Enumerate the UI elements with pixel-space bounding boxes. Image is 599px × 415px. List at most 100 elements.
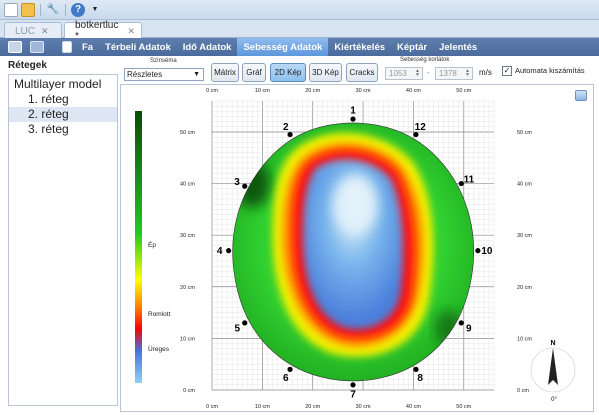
menu-fa[interactable]: Fa <box>76 38 99 56</box>
tree-root-multilayer[interactable]: Multilayer model <box>14 77 117 91</box>
close-icon[interactable]: ✕ <box>127 26 135 37</box>
x-tick-label-top: 10 cm <box>255 88 270 94</box>
y-tick-label-right: 50 cm <box>517 130 532 136</box>
speed-min-input[interactable]: 1053 ▲ ▼ <box>385 67 423 80</box>
y-tick-label-right: 40 cm <box>517 182 532 188</box>
x-tick-label-top: 50 cm <box>456 88 471 94</box>
3d-image-button[interactable]: 3D Kép <box>309 63 342 82</box>
2d-image-button[interactable]: 2D Kép <box>270 63 306 82</box>
sensor-label: 2 <box>283 122 289 133</box>
spinner-icon[interactable]: ▲ ▼ <box>464 69 471 78</box>
dropdown-arrow-icon[interactable]: ▼ <box>88 3 102 17</box>
legend-label-hollow: Üreges <box>148 345 170 353</box>
copy-icon[interactable] <box>30 41 44 53</box>
tree-item-layer-1[interactable]: 1. réteg <box>14 92 117 107</box>
compass-angle-label: 0° <box>551 397 557 403</box>
x-tick-label-top: 20 cm <box>305 88 320 94</box>
auto-calc-checkbox[interactable]: ✓ <box>502 66 512 76</box>
y-tick-label-left: 0 cm <box>183 388 195 394</box>
sensor-dot <box>350 116 356 122</box>
x-tick-label-bottom: 30 cm <box>356 404 371 410</box>
compass-north-label: N <box>550 340 555 347</box>
tree-item-layer-2[interactable]: 2. réteg <box>9 107 117 122</box>
view-controls: Színséma Részletes ▼ Mátrix Gráf 2D Kép … <box>118 56 599 84</box>
tab-botkertluc[interactable]: botkertluc * ✕ <box>64 20 142 42</box>
color-scheme-label: Színséma <box>150 58 177 64</box>
menu-keptar[interactable]: Képtár <box>391 38 433 56</box>
sensor-label: 11 <box>464 174 475 185</box>
layers-tree: Multilayer model 1. réteg 2. réteg 3. ré… <box>8 74 118 406</box>
new-file-icon[interactable] <box>4 2 18 17</box>
speed-max-input[interactable]: 1378 ▲ ▼ <box>435 67 473 80</box>
x-tick-label-bottom: 40 cm <box>406 404 421 410</box>
open-folder-icon[interactable] <box>21 2 35 17</box>
matrix-view-button[interactable]: Mátrix <box>211 63 239 82</box>
compass: N 0° <box>530 340 576 403</box>
save-icon[interactable] <box>8 41 22 53</box>
layers-panel-title: Rétegek <box>8 60 47 71</box>
y-tick-label-left: 50 cm <box>180 130 195 136</box>
layers-panel: Rétegek Multilayer model 1. réteg 2. rét… <box>6 56 118 415</box>
color-legend: Ép Romlott Üreges <box>135 111 171 383</box>
sensor-dot <box>458 320 464 326</box>
sensor-label: 1 <box>350 106 356 117</box>
legend-colorbar <box>135 111 142 383</box>
spinner-icon[interactable]: ▲ ▼ <box>414 69 421 78</box>
menu-jelentes[interactable]: Jelentés <box>433 38 483 56</box>
cracks-button[interactable]: Cracks <box>346 63 378 82</box>
document-tab-strip: LUC ✕ botkertluc * ✕ <box>0 20 599 42</box>
sensor-label: 8 <box>417 373 423 384</box>
sensor-dot <box>242 320 248 326</box>
menu-sebesseg-adatok[interactable]: Sebesség Adatok <box>237 38 329 56</box>
document-icon[interactable] <box>62 41 72 53</box>
y-tick-label-right: 0 cm <box>517 388 529 394</box>
help-icon[interactable]: ? <box>71 2 85 17</box>
sensor-dot <box>350 382 356 388</box>
title-bar: 🔧 ? ▼ <box>0 0 599 20</box>
legend-label-good: Ép <box>148 240 156 249</box>
y-tick-label-left: 40 cm <box>180 182 195 188</box>
x-tick-label-bottom: 20 cm <box>305 404 320 410</box>
menu-kiertekeles[interactable]: Kiértékelés <box>328 38 391 56</box>
color-scheme-select[interactable]: Részletes ▼ <box>124 68 204 81</box>
tree-item-layer-3[interactable]: 3. réteg <box>14 122 117 137</box>
sensor-label: 4 <box>217 246 223 257</box>
legend-label-damaged: Romlott <box>148 311 171 318</box>
sensor-label: 6 <box>283 373 289 384</box>
main-menu-bar: Fa Térbeli Adatok Idő Adatok Sebesség Ad… <box>0 38 599 56</box>
sensor-dot <box>287 366 293 372</box>
x-tick-label-bottom: 0 cm <box>206 404 218 410</box>
graph-view-button[interactable]: Gráf <box>242 63 266 82</box>
x-tick-label-top: 0 cm <box>206 88 218 94</box>
tab-luc[interactable]: LUC ✕ <box>4 22 62 38</box>
menu-ido-adatok[interactable]: Idő Adatok <box>177 38 238 56</box>
tomogram-chart: 0 cm0 cm10 cm10 cm20 cm20 cm30 cm30 cm40… <box>135 88 576 410</box>
sensor-label: 5 <box>234 323 240 334</box>
hollow-center <box>333 174 378 235</box>
y-tick-label-right: 10 cm <box>517 336 532 342</box>
speed-unit: m/s <box>479 68 492 77</box>
tomogram-panel: 0 cm 0 cm 10 cm 10 cm 20 cm 20 cm 30 cm 30 cm 40… <box>120 84 594 412</box>
sensor-label: 9 <box>466 323 472 334</box>
sensor-dot <box>242 183 248 189</box>
menu-terbeli-adatok[interactable]: Térbeli Adatok <box>99 38 177 56</box>
y-tick-label-right: 30 cm <box>517 233 532 239</box>
sensor-label: 10 <box>481 246 493 257</box>
chevron-down-icon: ▼ <box>193 71 200 78</box>
sensor-label: 3 <box>234 177 240 188</box>
color-scheme-value: Részletes <box>127 70 163 79</box>
close-icon[interactable]: ✕ <box>41 26 49 37</box>
sensor-dot <box>475 248 481 254</box>
settings-icon[interactable]: 🔧 <box>46 3 60 17</box>
toolbar-separator <box>65 3 66 16</box>
sensor-label: 12 <box>415 122 427 133</box>
speed-range-dash: - <box>427 68 430 77</box>
auto-calc-label: Automata kiszámítás <box>515 66 585 75</box>
x-tick-label-bottom: 50 cm <box>456 404 471 410</box>
speed-min-value: 1053 <box>389 69 407 78</box>
speed-max-value: 1378 <box>439 69 457 78</box>
x-tick-label-top: 40 cm <box>406 88 421 94</box>
tab-label: LUC <box>15 25 36 37</box>
sensor-dot <box>413 366 419 372</box>
y-tick-label-left: 30 cm <box>180 233 195 239</box>
